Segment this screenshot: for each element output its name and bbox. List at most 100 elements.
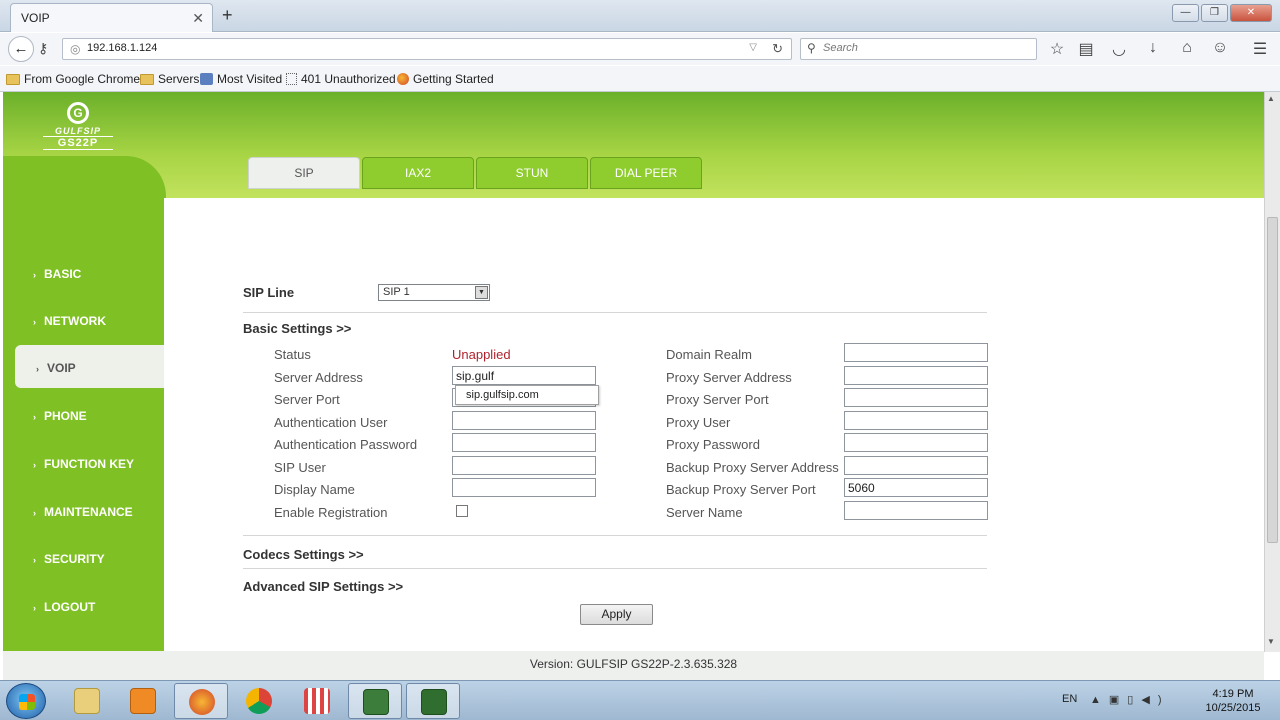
camtasia-icon: [363, 689, 389, 715]
bookmark-star-icon[interactable]: ☆: [1046, 39, 1068, 59]
main-content: SIP Line SIP 1 ▼ Basic Settings >> Statu…: [164, 198, 1264, 651]
chevron-right-icon: ›: [33, 508, 36, 518]
bookmark-getting-started[interactable]: Getting Started: [397, 72, 494, 86]
tab-sip[interactable]: SIP: [248, 157, 360, 189]
windows-taskbar: EN ▲▣▯◀) 4:19 PM 10/25/2015: [0, 680, 1280, 720]
tab-dial-peer[interactable]: DIAL PEER: [590, 157, 702, 189]
tab-iax2[interactable]: IAX2: [362, 157, 474, 189]
taskbar-clock[interactable]: 4:19 PM 10/25/2015: [1198, 687, 1268, 715]
language-indicator[interactable]: EN: [1062, 693, 1077, 705]
sidebar-item-security[interactable]: › SECURITY: [33, 552, 105, 566]
scroll-thumb[interactable]: [1267, 217, 1278, 543]
proxy-server-port-input[interactable]: [844, 388, 988, 407]
battery-icon[interactable]: ▯: [1127, 694, 1141, 706]
sidebar-item-label: BASIC: [44, 267, 82, 281]
minimize-icon[interactable]: —: [1172, 4, 1199, 22]
page-footer: Version: GULFSIP GS22P-2.3.635.328: [3, 651, 1264, 680]
bookmark-most-visited[interactable]: Most Visited: [200, 72, 282, 86]
divider: [243, 535, 987, 536]
display-name-label: Display Name: [274, 482, 355, 497]
restore-icon[interactable]: ❐: [1201, 4, 1228, 22]
windows-logo-icon: [19, 694, 35, 710]
basic-settings-toggle[interactable]: Basic Settings >>: [243, 321, 351, 336]
bookmark-label: 401 Unauthorized: [301, 72, 396, 86]
close-tab-icon[interactable]: ✕: [192, 10, 204, 27]
sip-line-select[interactable]: SIP 1 ▼: [378, 284, 490, 301]
proxy-user-input[interactable]: [844, 411, 988, 430]
bookmark-label: Getting Started: [413, 72, 494, 86]
proxy-password-input[interactable]: [844, 433, 988, 452]
search-input[interactable]: ⚲ Search: [800, 38, 1037, 60]
scroll-up-icon[interactable]: ▲: [1267, 94, 1275, 103]
key-icon[interactable]: ⚷: [38, 40, 48, 57]
most-visited-icon: [200, 73, 213, 85]
network-icon[interactable]: ▣: [1109, 694, 1127, 706]
scroll-down-icon[interactable]: ▼: [1267, 637, 1275, 646]
logo-brand: GULFSIP: [54, 126, 101, 136]
sidebar-item-label: FUNCTION KEY: [44, 457, 134, 471]
auth-user-input[interactable]: [452, 411, 596, 430]
domain-realm-input[interactable]: [844, 343, 988, 362]
sidebar-item-basic[interactable]: › BASIC: [33, 267, 81, 281]
bookmark-from-google-chrome[interactable]: From Google Chrome: [6, 72, 140, 86]
sidebar-item-logout[interactable]: › LOGOUT: [33, 600, 95, 614]
enable-registration-checkbox[interactable]: [456, 505, 468, 517]
bookmark-servers[interactable]: Servers: [140, 72, 199, 86]
logo-model: GS22P: [43, 136, 113, 150]
taskbar-explorer[interactable]: [60, 683, 114, 719]
sidebar-item-maintenance[interactable]: › MAINTENANCE: [33, 505, 133, 519]
folder-icon: [140, 73, 154, 85]
chevron-right-icon: ›: [33, 412, 36, 422]
taskbar-camtasia-2[interactable]: [406, 683, 460, 719]
url-bar[interactable]: ◎ 192.168.1.124 ▽ ↻: [62, 38, 792, 60]
sip-line-label: SIP Line: [243, 285, 295, 300]
tray-arrow-icon[interactable]: ▲: [1090, 694, 1109, 706]
home-icon[interactable]: ⌂: [1176, 39, 1198, 57]
download-icon[interactable]: ↓: [1142, 39, 1164, 57]
close-window-icon[interactable]: ✕: [1230, 4, 1272, 22]
clock-date: 10/25/2015: [1205, 702, 1261, 714]
sip-user-input[interactable]: [452, 456, 596, 475]
volume-icon[interactable]: ◀): [1141, 694, 1169, 706]
taskbar-camtasia-1[interactable]: [348, 683, 402, 719]
url-dropdown-icon[interactable]: ▽: [749, 42, 757, 53]
backup-proxy-port-input[interactable]: 5060: [844, 478, 988, 497]
server-name-input[interactable]: [844, 501, 988, 520]
taskbar-apps[interactable]: [290, 683, 344, 719]
chrome-icon: [246, 688, 272, 714]
taskbar-media-player[interactable]: [116, 683, 170, 719]
autocomplete-suggestion[interactable]: sip.gulfsip.com: [455, 385, 599, 405]
taskbar-chrome[interactable]: [232, 683, 286, 719]
bookmark-401-unauthorized[interactable]: 401 Unauthorized: [286, 72, 396, 86]
new-tab-icon[interactable]: +: [222, 5, 233, 26]
chat-icon[interactable]: ☺: [1209, 39, 1231, 57]
proxy-server-address-input[interactable]: [844, 366, 988, 385]
backup-proxy-address-input[interactable]: [844, 456, 988, 475]
start-button[interactable]: [6, 683, 46, 719]
page-icon: [286, 73, 297, 85]
codecs-settings-toggle[interactable]: Codecs Settings >>: [243, 547, 364, 562]
display-name-input[interactable]: [452, 478, 596, 497]
browser-tab-voip[interactable]: VOIP ✕: [10, 3, 213, 32]
sidebar-item-phone[interactable]: › PHONE: [33, 409, 87, 423]
advanced-sip-settings-toggle[interactable]: Advanced SIP Settings >>: [243, 579, 403, 594]
auth-password-input[interactable]: [452, 433, 596, 452]
taskbar-firefox[interactable]: [174, 683, 228, 719]
globe-icon: ◎: [70, 42, 81, 56]
sidebar-item-voip[interactable]: › VOIP: [15, 345, 166, 388]
divider: [243, 312, 987, 313]
menu-icon[interactable]: ☰: [1249, 39, 1271, 59]
apply-button[interactable]: Apply: [580, 604, 653, 625]
firefox-icon: [189, 689, 215, 715]
sidebar-item-function-key[interactable]: › FUNCTION KEY: [33, 457, 134, 471]
server-address-input[interactable]: sip.gulf: [452, 366, 596, 385]
page-scrollbar[interactable]: ▲ ▼: [1264, 92, 1280, 652]
sidebar-item-network[interactable]: › NETWORK: [33, 314, 106, 328]
browser-tab-bar: VOIP ✕ + — ❐ ✕: [0, 0, 1280, 32]
back-arrow-icon[interactable]: ←: [8, 36, 34, 62]
bookmarks-list-icon[interactable]: ▤: [1075, 39, 1097, 59]
tab-stun[interactable]: STUN: [476, 157, 588, 189]
pocket-icon[interactable]: ◡: [1108, 39, 1130, 59]
reload-icon[interactable]: ↻: [772, 41, 783, 57]
enable-registration-label: Enable Registration: [274, 505, 388, 520]
